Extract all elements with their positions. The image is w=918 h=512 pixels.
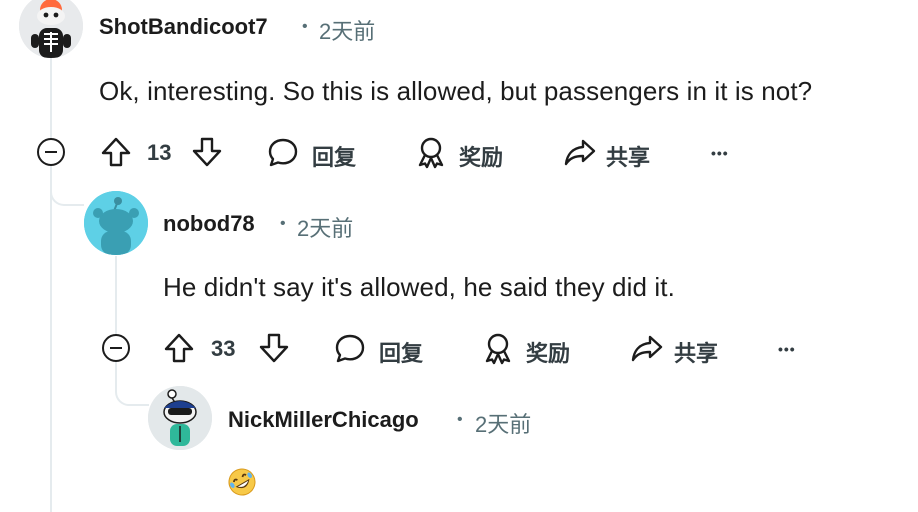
reply-label: 回复 [379, 341, 424, 366]
timestamp[interactable]: 2天前 [475, 407, 531, 439]
meta-separator: • [302, 18, 308, 35]
avatar[interactable] [84, 191, 148, 255]
rolling-on-floor-laughing-emoji-icon [227, 467, 257, 497]
thread-connector-1 [50, 166, 84, 206]
username[interactable]: NickMillerChicago [228, 407, 419, 433]
reply-label: 回复 [312, 145, 357, 170]
more-options-button[interactable]: ••• [778, 341, 796, 357]
thread-connector-2 [115, 362, 149, 406]
downvote-icon[interactable] [190, 135, 224, 169]
snoo-avatar-icon [148, 386, 212, 450]
comment-body: Ok, interesting. So this is allowed, but… [99, 76, 813, 106]
vote-count: 33 [211, 336, 236, 361]
share-label: 共享 [674, 341, 719, 366]
meta-separator: • [457, 411, 463, 428]
avatar[interactable] [148, 386, 212, 450]
comment-body: He didn't say it's allowed, he said they… [163, 272, 675, 302]
downvote-icon[interactable] [257, 331, 291, 365]
more-options-button[interactable]: ••• [711, 145, 729, 161]
comment-bubble-icon [333, 331, 367, 365]
award-label: 奖励 [526, 341, 571, 366]
timestamp[interactable]: 2天前 [319, 14, 375, 46]
share-arrow-icon [563, 135, 597, 169]
share-label: 共享 [606, 145, 651, 170]
timestamp[interactable]: 2天前 [297, 211, 353, 243]
award-label: 奖励 [459, 145, 504, 170]
share-arrow-icon [630, 331, 664, 365]
comment-bubble-icon [266, 135, 300, 169]
username[interactable]: ShotBandicoot7 [99, 14, 268, 40]
collapse-thread-button[interactable] [102, 334, 130, 362]
vote-count: 13 [147, 140, 172, 165]
snoo-avatar-icon [19, 0, 83, 58]
username[interactable]: nobod78 [163, 211, 255, 237]
upvote-icon[interactable] [99, 135, 133, 169]
award-icon [414, 135, 448, 169]
avatar[interactable] [19, 0, 83, 58]
thread-line-level-2 [115, 256, 117, 334]
thread-line-level-1-top [50, 56, 52, 138]
thread-line-level-1 [50, 166, 52, 512]
award-icon [481, 331, 515, 365]
collapse-thread-button[interactable] [37, 138, 65, 166]
snoo-avatar-icon [84, 191, 148, 255]
meta-separator: • [280, 215, 286, 232]
upvote-icon[interactable] [162, 331, 196, 365]
